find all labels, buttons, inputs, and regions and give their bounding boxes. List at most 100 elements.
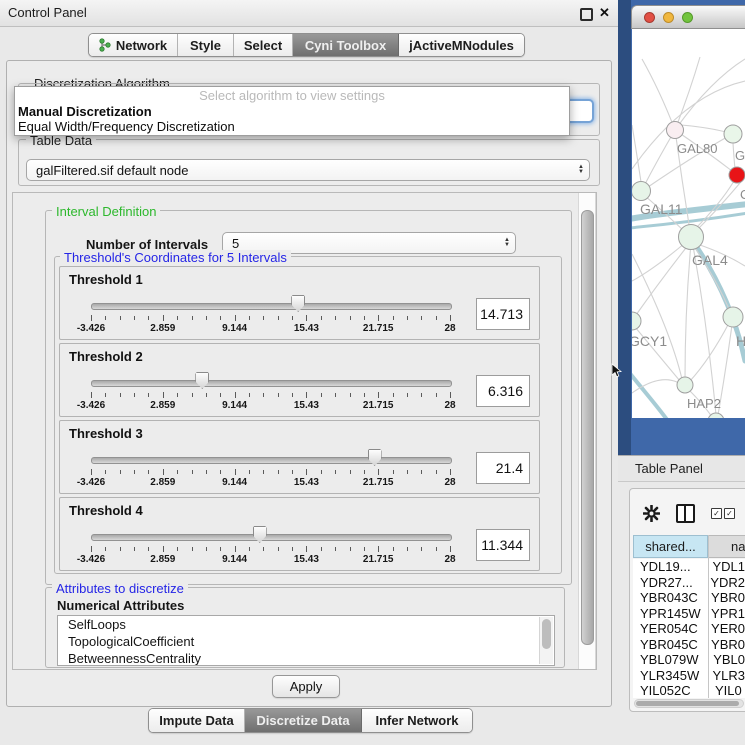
table-cell-name[interactable]: YBL0	[706, 652, 745, 668]
slider-minor-tick	[120, 470, 121, 474]
table-cell-name[interactable]: YIL0	[708, 683, 742, 698]
network-edge[interactable]	[644, 130, 675, 186]
table-cell-shared-name[interactable]: YBR045C	[633, 637, 704, 653]
dropdown-item-manual-discretization[interactable]: Manual Discretization	[15, 104, 569, 119]
tab-style[interactable]: Style	[178, 34, 234, 56]
table-cell-shared-name[interactable]: YDL19...	[633, 559, 705, 575]
tab-jactivemnodules[interactable]: jActiveMNodules	[399, 34, 524, 56]
table-row[interactable]: YIL052CYIL0	[633, 683, 745, 698]
list-item-topologicalcoefficient[interactable]: TopologicalCoefficient	[58, 633, 554, 650]
tab-discretize-data[interactable]: Discretize Data	[245, 709, 362, 732]
table-cell-name[interactable]: YPR1	[704, 606, 745, 622]
slider-track[interactable]	[91, 303, 452, 310]
table-hscrollbar-track[interactable]	[634, 699, 744, 708]
table-panel-titlebar: Table Panel	[618, 455, 745, 482]
table-cell-shared-name[interactable]: YLR345W	[633, 668, 705, 684]
table-cell-name[interactable]: YDL1	[705, 559, 745, 575]
column-visibility-icon[interactable]	[676, 504, 695, 523]
table-row[interactable]: YBR043CYBR0	[633, 590, 745, 606]
threshold-value-field[interactable]: 14.713	[476, 298, 530, 330]
list-item-betweennesscentrality[interactable]: BetweennessCentrality	[58, 650, 554, 666]
table-row[interactable]: YLR345WYLR3	[633, 668, 745, 684]
table-data-combobox[interactable]: galFiltered.sif default node ▲▼	[26, 159, 590, 181]
slider-tick-label: 2.859	[150, 400, 175, 411]
minimize-traffic-light[interactable]	[663, 12, 674, 23]
table-hscrollbar-thumb[interactable]	[636, 701, 739, 706]
tab-infer-network[interactable]: Infer Network	[362, 709, 472, 732]
table-header-shared-name[interactable]: shared...	[633, 535, 708, 558]
tab-impute-data[interactable]: Impute Data	[149, 709, 245, 732]
list-scrollbar-track[interactable]	[539, 617, 553, 664]
table-row[interactable]: YDL19...YDL1	[633, 559, 745, 575]
network-edge[interactable]	[632, 125, 641, 182]
threshold-value-field[interactable]: 11.344	[476, 529, 530, 561]
network-node-gal80[interactable]	[667, 122, 684, 139]
network-edge[interactable]	[681, 125, 726, 132]
network-edge[interactable]	[632, 243, 685, 281]
table-cell-name[interactable]: YBR0	[704, 590, 745, 606]
network-node-selected-red-node[interactable]	[729, 167, 745, 183]
table-row[interactable]: YDR27...YDR2	[633, 575, 745, 591]
table-cell-shared-name[interactable]: YBL079W	[633, 652, 706, 668]
network-edge[interactable]	[685, 243, 691, 379]
threshold-value-field[interactable]: 6.316	[476, 375, 530, 407]
slider-track[interactable]	[91, 457, 452, 464]
mouse-cursor	[611, 363, 623, 378]
table-cell-name[interactable]: YBR0	[704, 637, 745, 653]
table-cell-name[interactable]: YLR3	[705, 668, 745, 684]
network-node-gcy1[interactable]	[632, 312, 641, 330]
network-node-gal-top-right[interactable]	[724, 125, 742, 143]
table-cell-shared-name[interactable]: YBR043C	[633, 590, 704, 606]
table-cell-shared-name[interactable]: YPR145W	[633, 606, 704, 622]
slider-minor-tick	[364, 470, 365, 474]
table-row[interactable]: YER054CYER0	[633, 621, 745, 637]
table-row[interactable]: YBR045CYBR0	[633, 637, 745, 653]
slider-track[interactable]	[91, 380, 452, 387]
tab-select[interactable]: Select	[234, 34, 293, 56]
slider-minor-tick	[278, 470, 279, 474]
network-view-canvas[interactable]: GAL80GACGAL11GAL4GCY1HHAP2	[632, 29, 745, 418]
network-node-gal11[interactable]	[632, 182, 651, 201]
slider-minor-tick	[134, 547, 135, 551]
tab-cyni-toolbox[interactable]: Cyni Toolbox	[293, 34, 399, 56]
screen: Control Panel ✕ NetworkStyleSelectCyni T…	[0, 0, 745, 745]
close-traffic-light[interactable]	[644, 12, 655, 23]
network-node-h-node[interactable]	[723, 307, 743, 327]
gear-icon[interactable]	[643, 505, 660, 522]
table-cell-name[interactable]: YER0	[704, 621, 745, 637]
network-window-titlebar[interactable]	[631, 5, 745, 29]
network-node-label: GA	[735, 148, 745, 163]
slider-minor-tick	[177, 547, 178, 551]
table-cell-name[interactable]: YDR2	[703, 575, 745, 591]
network-node-gal4[interactable]	[679, 225, 704, 250]
slider-minor-tick	[436, 470, 437, 474]
table-row[interactable]: YPR145WYPR1	[633, 606, 745, 622]
slider-minor-tick	[177, 393, 178, 397]
table-header-name[interactable]: na	[709, 535, 745, 558]
zoom-traffic-light[interactable]	[682, 12, 693, 23]
dropdown-hint-item[interactable]: Select algorithm to view settings	[15, 88, 569, 104]
network-node-hap2[interactable]	[677, 377, 693, 393]
table-row[interactable]: YBL079WYBL0	[633, 652, 745, 668]
network-thick-edge[interactable]	[632, 371, 668, 418]
list-scrollbar-thumb[interactable]	[542, 619, 551, 649]
threshold-value-field[interactable]: 21.4	[476, 452, 530, 484]
slider-major-tick	[306, 546, 307, 552]
slider-tick-label: -3.426	[77, 477, 105, 488]
table-cell-shared-name[interactable]: YDR27...	[633, 575, 703, 591]
table-cell-shared-name[interactable]: YER054C	[633, 621, 704, 637]
network-edge[interactable]	[642, 59, 675, 130]
numerical-attributes-list[interactable]: SelfLoopsTopologicalCoefficientBetweenne…	[57, 615, 555, 666]
select-all-checkboxes-icon[interactable]: ✓ ✓	[711, 508, 735, 519]
float-window-icon[interactable]	[580, 8, 593, 21]
apply-button[interactable]: Apply	[272, 675, 340, 698]
column-separator[interactable]	[708, 535, 709, 698]
dropdown-item-equal-width-frequency[interactable]: Equal Width/Frequency Discretization	[15, 119, 569, 134]
scrollpane-scrollbar-thumb[interactable]	[581, 210, 594, 645]
table-cell-shared-name[interactable]: YIL052C	[633, 683, 708, 698]
list-item-selfloops[interactable]: SelfLoops	[58, 616, 554, 633]
tab-network[interactable]: Network	[89, 34, 178, 56]
network-edge[interactable]	[675, 57, 700, 130]
close-icon[interactable]: ✕	[599, 5, 610, 21]
slider-track[interactable]	[91, 534, 452, 541]
